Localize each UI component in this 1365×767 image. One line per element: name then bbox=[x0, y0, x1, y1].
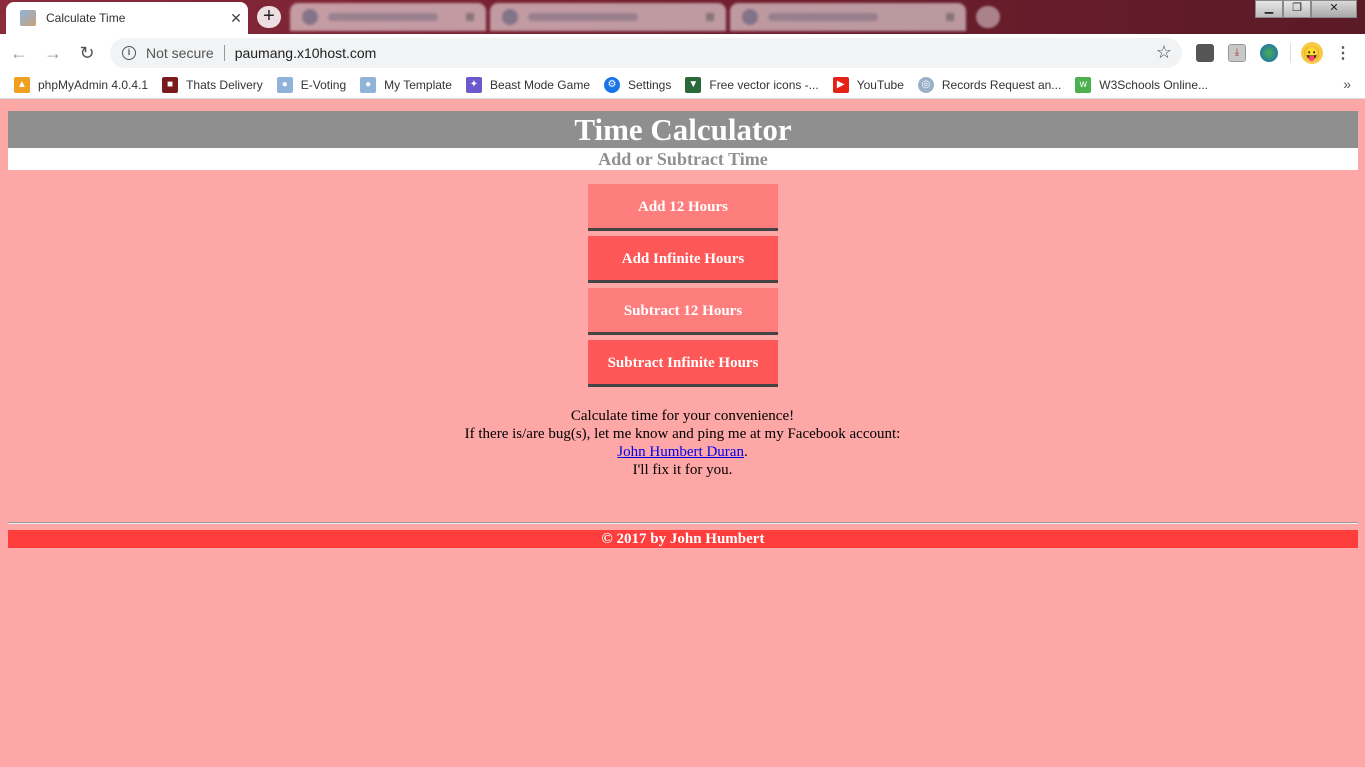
page-title: Time Calculator bbox=[574, 112, 792, 147]
vector-icon: ▼ bbox=[685, 76, 702, 93]
bookmark-label: My Template bbox=[384, 77, 452, 92]
tab-favicon-icon bbox=[502, 9, 518, 25]
new-tab-button[interactable]: + bbox=[257, 6, 281, 28]
message-link-line: John Humbert Duran. bbox=[0, 444, 1365, 461]
user-icon: ● bbox=[276, 76, 293, 93]
background-tab[interactable] bbox=[290, 3, 486, 31]
browser-toolbar: ← → ↻ i Not secure paumang.x10host.com ☆… bbox=[0, 34, 1365, 71]
bookmark-w3schools[interactable]: w W3Schools Online... bbox=[1075, 76, 1209, 93]
seal-icon: ◎ bbox=[917, 76, 934, 93]
tab-close-icon[interactable]: ✕ bbox=[224, 10, 248, 27]
omnibox-divider bbox=[223, 44, 225, 61]
bookmark-label: Records Request an... bbox=[941, 77, 1062, 92]
tab-close-icon[interactable] bbox=[706, 13, 714, 21]
window-close-icon[interactable]: ✕ bbox=[1311, 0, 1357, 18]
bookmark-my-template[interactable]: ● My Template bbox=[360, 76, 452, 93]
tab-close-icon[interactable] bbox=[946, 13, 954, 21]
bookmark-youtube[interactable]: ▶ YouTube bbox=[832, 76, 904, 93]
bookmark-e-voting[interactable]: ● E-Voting bbox=[276, 76, 347, 93]
bookmark-records-request[interactable]: ◎ Records Request an... bbox=[917, 76, 1062, 93]
add-12-hours-button[interactable]: Add 12 Hours bbox=[588, 184, 778, 231]
forward-arrow-icon[interactable]: → bbox=[38, 38, 68, 68]
download-extension-icon[interactable] bbox=[1196, 43, 1214, 62]
bookmark-label: YouTube bbox=[856, 77, 904, 92]
user-icon: ● bbox=[360, 76, 377, 93]
gear-icon: ⚙ bbox=[604, 76, 620, 93]
profile-avatar-icon[interactable]: 😛 bbox=[1301, 41, 1323, 64]
pdf-extension-icon[interactable]: ⤓ bbox=[1228, 43, 1246, 62]
game-icon: ✦ bbox=[465, 76, 482, 93]
tab-favicon-icon bbox=[20, 10, 36, 26]
tab-calculate-time[interactable]: Calculate Time ✕ bbox=[6, 2, 248, 34]
bookmark-label: W3Schools Online... bbox=[1099, 77, 1209, 92]
subtract-12-hours-button[interactable]: Subtract 12 Hours bbox=[588, 288, 778, 335]
pma-icon: ▲ bbox=[14, 76, 30, 93]
youtube-icon: ▶ bbox=[832, 76, 849, 93]
reload-icon[interactable]: ↻ bbox=[72, 38, 102, 68]
bookmarks-overflow-icon[interactable]: » bbox=[1343, 76, 1351, 92]
back-arrow-icon[interactable]: ← bbox=[4, 38, 34, 68]
window-controls: ▁ ❐ ✕ bbox=[1255, 0, 1357, 18]
bookmark-thats-delivery[interactable]: ■ Thats Delivery bbox=[162, 76, 263, 93]
bookmark-label: Settings bbox=[628, 77, 672, 92]
bookmark-free-vector-icons[interactable]: ▼ Free vector icons -... bbox=[685, 76, 819, 93]
bookmark-label: E-Voting bbox=[300, 77, 347, 92]
bookmarks-bar: ▲ phpMyAdmin 4.0.4.1 ■ Thats Delivery ● E-V… bbox=[0, 71, 1365, 98]
page-subtitle: Add or Subtract Time bbox=[598, 149, 768, 169]
footer-bar: © 2017 by John Humbert bbox=[8, 530, 1358, 548]
not-secure-label: Not secure bbox=[146, 44, 214, 61]
bookmark-label: Beast Mode Game bbox=[489, 77, 590, 92]
bookmark-label: phpMyAdmin 4.0.4.1 bbox=[38, 77, 149, 92]
tab-close-icon[interactable] bbox=[466, 13, 474, 21]
info-icon[interactable]: i bbox=[122, 45, 136, 60]
tab-favicon-icon bbox=[302, 9, 318, 25]
message-line-4: I'll fix it for you. bbox=[632, 462, 733, 478]
page-content: Time Calculator Add or Subtract Time Add… bbox=[0, 99, 1365, 767]
menu-kebab-icon[interactable]: ⋮ bbox=[1335, 43, 1351, 63]
w3schools-icon: w bbox=[1075, 76, 1092, 93]
minimize-icon[interactable]: ▁ bbox=[1255, 0, 1283, 18]
delivery-icon: ■ bbox=[162, 76, 179, 93]
subtract-infinite-hours-button[interactable]: Subtract Infinite Hours bbox=[588, 340, 778, 387]
restore-icon[interactable]: ❐ bbox=[1283, 0, 1311, 18]
background-tab[interactable] bbox=[730, 3, 966, 31]
message-line-2: If there is/are bug(s), let me know and … bbox=[464, 426, 901, 442]
subtitle-bar: Add or Subtract Time bbox=[8, 148, 1358, 170]
address-bar[interactable]: i Not secure paumang.x10host.com ☆ bbox=[110, 37, 1182, 68]
copyright-text: © 2017 by John Humbert bbox=[601, 531, 765, 547]
link-suffix: . bbox=[743, 444, 748, 460]
header-bar: Time Calculator bbox=[8, 111, 1358, 148]
bookmark-label: Free vector icons -... bbox=[709, 77, 819, 92]
browser-tab-strip: Calculate Time ✕ + ▁ ❐ ✕ bbox=[0, 0, 1365, 34]
add-infinite-hours-button[interactable]: Add Infinite Hours bbox=[588, 236, 778, 283]
toolbar-divider bbox=[1290, 42, 1291, 63]
facebook-link[interactable]: John Humbert Duran bbox=[617, 444, 744, 460]
message-line-1: Calculate time for your convenience! bbox=[570, 408, 795, 424]
footer-divider bbox=[8, 522, 1358, 524]
blurred-new-tab-icon bbox=[976, 6, 1000, 28]
background-tab[interactable] bbox=[490, 3, 726, 31]
bookmark-label: Thats Delivery bbox=[186, 77, 263, 92]
tab-title: Calculate Time bbox=[46, 11, 126, 25]
bookmark-phpmyadmin[interactable]: ▲ phpMyAdmin 4.0.4.1 bbox=[14, 76, 149, 93]
bookmark-beast-mode-game[interactable]: ✦ Beast Mode Game bbox=[465, 76, 590, 93]
bookmark-star-icon[interactable]: ☆ bbox=[1156, 42, 1172, 63]
bookmark-settings[interactable]: ⚙ Settings bbox=[604, 76, 672, 93]
url-text[interactable]: paumang.x10host.com bbox=[235, 45, 377, 61]
globe-extension-icon[interactable] bbox=[1260, 43, 1278, 62]
tab-favicon-icon bbox=[742, 9, 758, 25]
